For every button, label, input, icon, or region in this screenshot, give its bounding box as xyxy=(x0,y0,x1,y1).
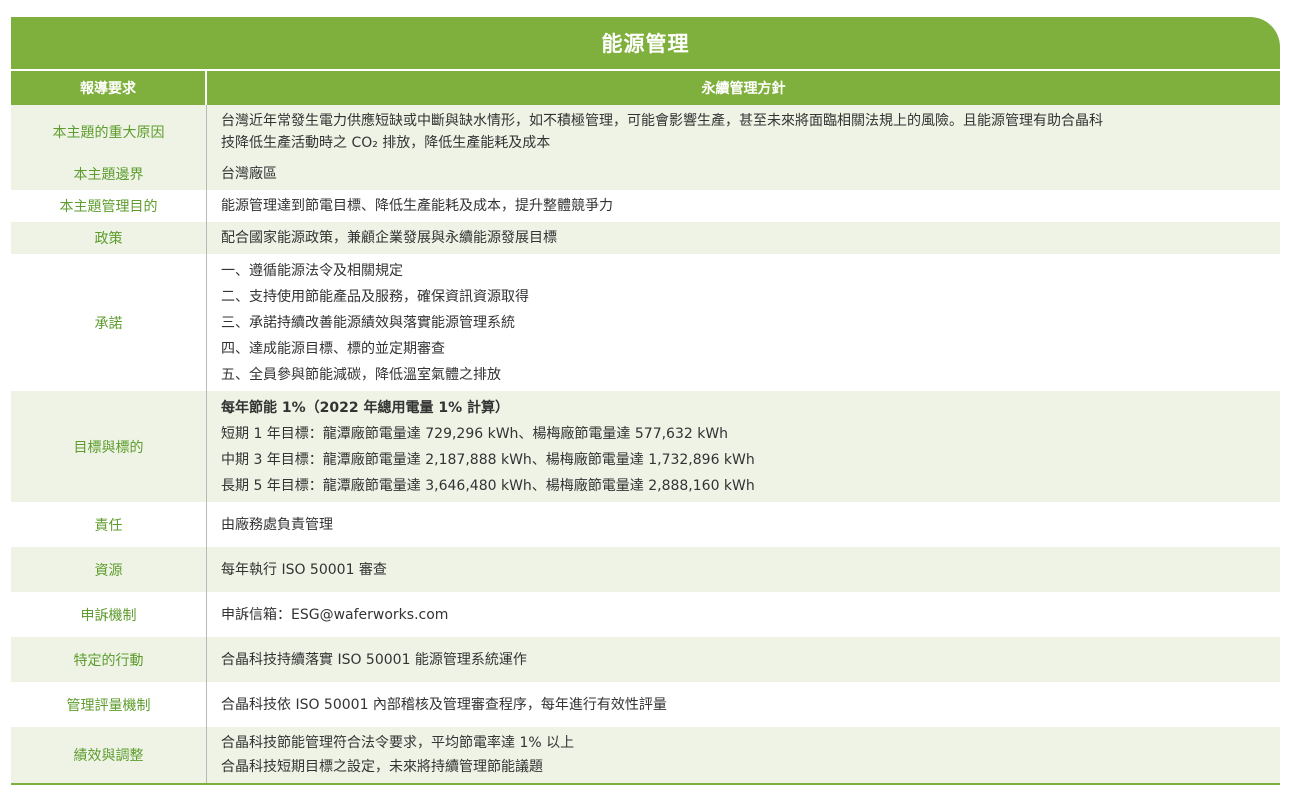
row-value: 合晶科技節能管理符合法令要求，平均節電率達 1% 以上 合晶科技短期目標之設定，… xyxy=(206,727,1280,783)
row-label: 承諾 xyxy=(11,254,207,391)
table-row: 責任 由廠務處負責管理 xyxy=(11,502,1280,547)
row-value: 配合國家能源政策，兼顧企業發展與永續能源發展目標 xyxy=(206,222,1280,254)
value-line: 五、全員參與節能減碳，降低溫室氣體之排放 xyxy=(221,366,501,383)
value-line: 合晶科技節能管理符合法令要求，平均節電率達 1% 以上 xyxy=(221,735,575,751)
row-value: 台灣廠區 xyxy=(206,158,1280,190)
energy-management-table-container: 能源管理 報導要求 永續管理方針 本主題的重大原因 台灣近年常發生電力供應短缺或… xyxy=(11,17,1280,785)
value-line: 能源管理達到節電目標、降低生產能耗及成本，提升整體競爭力 xyxy=(221,198,613,214)
value-line: 每年執行 ISO 50001 審查 xyxy=(221,561,387,578)
value-line: 一、遵循能源法令及相關規定 xyxy=(221,262,403,279)
row-value: 申訴信箱：ESG@waferworks.com xyxy=(206,592,1280,637)
value-line: 每年節能 1%（2022 年總用電量 1% 計算） xyxy=(221,399,509,416)
row-value: 合晶科技依 ISO 50001 內部稽核及管理審查程序，每年進行有效性評量 xyxy=(206,682,1280,727)
row-value: 由廠務處負責管理 xyxy=(206,502,1280,547)
value-line: 台灣廠區 xyxy=(221,166,277,182)
row-label: 績效與調整 xyxy=(11,727,207,783)
value-line: 中期 3 年目標：龍潭廠節電量達 2,187,888 kWh、楊梅廠節電量達 1… xyxy=(221,451,755,468)
row-label: 管理評量機制 xyxy=(11,682,207,727)
row-label: 本主題的重大原因 xyxy=(11,105,207,158)
row-label: 目標與標的 xyxy=(11,391,207,502)
table-row: 政策 配合國家能源政策，兼顧企業發展與永續能源發展目標 xyxy=(11,222,1280,254)
management-table: 本主題的重大原因 台灣近年常發生電力供應短缺或中斷與缺水情形，如不積極管理，可能… xyxy=(11,105,1280,783)
value-line: 技降低生產活動時之 CO₂ 排放，降低生產能耗及成本 xyxy=(221,134,551,151)
table-row: 績效與調整 合晶科技節能管理符合法令要求，平均節電率達 1% 以上 合晶科技短期… xyxy=(11,727,1280,783)
value-line: 短期 1 年目標：龍潭廠節電量達 729,296 kWh、楊梅廠節電量達 577… xyxy=(221,425,729,442)
table-row: 承諾 一、遵循能源法令及相關規定 二、支持使用節能產品及服務，確保資訊資源取得 … xyxy=(11,254,1280,391)
table-row: 本主題管理目的 能源管理達到節電目標、降低生產能耗及成本，提升整體競爭力 xyxy=(11,190,1280,222)
value-line: 長期 5 年目標：龍潭廠節電量達 3,646,480 kWh、楊梅廠節電量達 2… xyxy=(221,477,755,494)
table-row: 資源 每年執行 ISO 50001 審查 xyxy=(11,547,1280,592)
row-label: 本主題邊界 xyxy=(11,158,207,190)
table-header-row: 報導要求 永續管理方針 xyxy=(11,69,1280,105)
row-value: 能源管理達到節電目標、降低生產能耗及成本，提升整體競爭力 xyxy=(206,190,1280,222)
value-line: 配合國家能源政策，兼顧企業發展與永續能源發展目標 xyxy=(221,230,557,246)
row-value: 每年執行 ISO 50001 審查 xyxy=(206,547,1280,592)
value-line: 台灣近年常發生電力供應短缺或中斷與缺水情形，如不積極管理，可能會影響生產，甚至未… xyxy=(221,112,1103,129)
row-label: 責任 xyxy=(11,502,207,547)
table-row: 特定的行動 合晶科技持續落實 ISO 50001 能源管理系統運作 xyxy=(11,637,1280,682)
row-label: 政策 xyxy=(11,222,207,254)
header-sustainability-policy: 永續管理方針 xyxy=(207,71,1280,105)
value-line: 二、支持使用節能產品及服務，確保資訊資源取得 xyxy=(221,288,529,305)
table-row: 目標與標的 每年節能 1%（2022 年總用電量 1% 計算） 短期 1 年目標… xyxy=(11,391,1280,502)
table-row: 申訴機制 申訴信箱：ESG@waferworks.com xyxy=(11,592,1280,637)
row-value: 每年節能 1%（2022 年總用電量 1% 計算） 短期 1 年目標：龍潭廠節電… xyxy=(206,391,1280,502)
row-value: 合晶科技持續落實 ISO 50001 能源管理系統運作 xyxy=(206,637,1280,682)
value-line: 三、承諾持續改善能源績效與落實能源管理系統 xyxy=(221,314,515,331)
header-reporting-requirement: 報導要求 xyxy=(11,71,207,105)
value-line: 合晶科技短期目標之設定，未來將持續管理節能議題 xyxy=(221,759,543,775)
row-value: 台灣近年常發生電力供應短缺或中斷與缺水情形，如不積極管理，可能會影響生產，甚至未… xyxy=(206,105,1280,158)
value-line: 合晶科技持續落實 ISO 50001 能源管理系統運作 xyxy=(221,651,527,668)
table-row: 本主題的重大原因 台灣近年常發生電力供應短缺或中斷與缺水情形，如不積極管理，可能… xyxy=(11,105,1280,158)
row-label: 申訴機制 xyxy=(11,592,207,637)
table-row: 本主題邊界 台灣廠區 xyxy=(11,158,1280,190)
row-label: 特定的行動 xyxy=(11,637,207,682)
value-line: 合晶科技依 ISO 50001 內部稽核及管理審查程序，每年進行有效性評量 xyxy=(221,696,667,713)
row-value: 一、遵循能源法令及相關規定 二、支持使用節能產品及服務，確保資訊資源取得 三、承… xyxy=(206,254,1280,391)
table-title: 能源管理 xyxy=(11,17,1280,69)
value-line: 四、達成能源目標、標的並定期審查 xyxy=(221,340,445,357)
row-label: 資源 xyxy=(11,547,207,592)
row-label: 本主題管理目的 xyxy=(11,190,207,222)
table-bottom-rule xyxy=(11,783,1280,785)
table-row: 管理評量機制 合晶科技依 ISO 50001 內部稽核及管理審查程序，每年進行有… xyxy=(11,682,1280,727)
value-line: 由廠務處負責管理 xyxy=(221,516,333,533)
value-line: 申訴信箱：ESG@waferworks.com xyxy=(221,606,449,623)
